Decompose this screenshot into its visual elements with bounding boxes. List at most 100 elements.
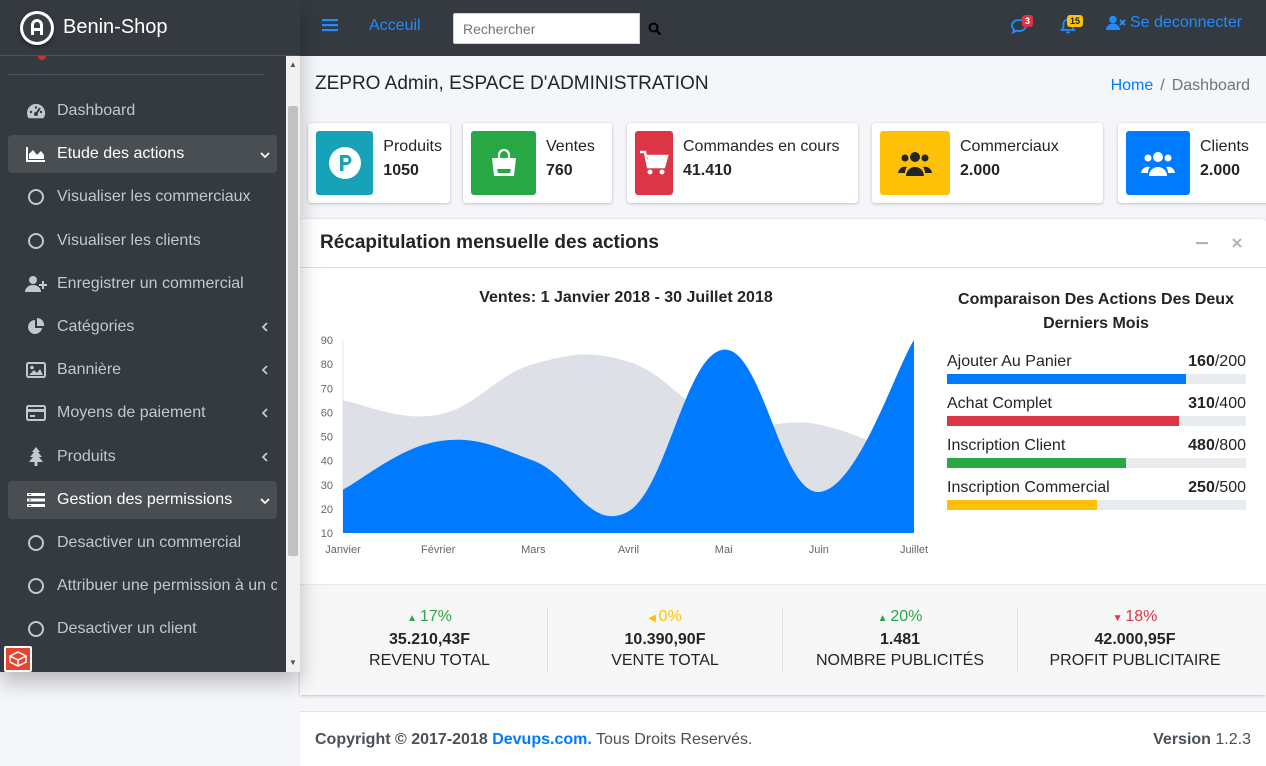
sidebar-item-desactiver-client[interactable]: Desactiver un client xyxy=(8,610,277,648)
caret-up-icon: ▲ xyxy=(877,613,891,624)
stat-label: Profit Publicitaire xyxy=(1049,652,1221,669)
x-tick-label: Février xyxy=(421,544,456,556)
area-chart-icon xyxy=(25,144,47,164)
progress-label: Inscription Client xyxy=(947,437,1066,454)
nav-link-acceuil[interactable]: Acceuil xyxy=(369,17,421,35)
scrollbar-thumb[interactable] xyxy=(288,106,298,556)
scroll-up-arrow-icon[interactable]: ▲ xyxy=(286,58,300,72)
logout-label: Se deconnecter xyxy=(1130,14,1243,31)
scroll-down-arrow-icon[interactable]: ▼ xyxy=(286,656,300,670)
search-button[interactable] xyxy=(640,13,670,44)
sidebar-scrollbar[interactable]: ▲ ▼ xyxy=(286,56,300,672)
circle-icon xyxy=(25,187,47,207)
sidebar-item-visualiser-commerciaux[interactable]: Visualiser les commerciaux xyxy=(8,178,277,216)
user-times-icon xyxy=(1106,15,1126,30)
monthly-recap-card: Récapitulation mensuelle des actions Ven… xyxy=(300,219,1266,695)
sidebar-item-banniere[interactable]: Bannière xyxy=(8,351,277,389)
progress-value: 250/500 xyxy=(1188,479,1246,496)
sidebar-item-categories[interactable]: Catégories xyxy=(8,308,277,346)
progress-label: Inscription Commercial xyxy=(947,479,1110,496)
close-icon[interactable] xyxy=(1232,236,1242,252)
stat-profit-publicitaire: ▼ 18% 42.000,95F Profit Publicitaire xyxy=(1017,607,1252,673)
progress-bar xyxy=(947,374,1187,384)
y-tick-label: 80 xyxy=(321,359,333,371)
brand-name: Benin-Shop xyxy=(63,16,168,38)
sidebar-item-label: Attribuer une permission à un c xyxy=(57,577,277,594)
breadcrumb: Home / Dashboard xyxy=(1111,77,1250,95)
messages-button[interactable]: 3 xyxy=(1011,15,1034,39)
stat-label: Vente Total xyxy=(611,652,719,669)
shopping-bag-icon xyxy=(471,131,536,195)
sidebar-item-produits[interactable]: Produits xyxy=(8,438,277,476)
circle-icon xyxy=(25,576,47,596)
brand-logo-icon xyxy=(20,10,54,45)
version: Version 1.2.3 xyxy=(1153,731,1251,748)
sidebar-item-enregistrer-commercial[interactable]: Enregistrer un commercial xyxy=(8,265,277,303)
card-footer-stats: ▲ 17% 35.210,43F Revenu Total ◀ 0% 10.39… xyxy=(300,584,1266,695)
logout-link[interactable]: Se deconnecter xyxy=(1106,14,1242,32)
stat-value: 35.210,43F xyxy=(389,631,470,648)
progress-value: 480/800 xyxy=(1188,437,1246,454)
progress-group: Achat Complet 310/400 xyxy=(947,394,1246,426)
notifications-count-badge: 15 xyxy=(1067,15,1084,27)
info-box-commandes: Commandes en cours 41.410 xyxy=(627,123,858,203)
sidebar-item-gestion-permissions[interactable]: Gestion des permissions xyxy=(8,481,277,519)
card-tools xyxy=(1196,236,1242,252)
circle-icon xyxy=(25,619,47,639)
sidebar-item-label: Produits xyxy=(57,448,116,465)
info-box-value: 1050 xyxy=(383,162,419,179)
progress-group: Inscription Commercial 250/500 xyxy=(947,478,1246,510)
users-icon xyxy=(880,131,950,195)
info-box-label: Ventes xyxy=(546,138,595,155)
comparison-title: Comparaison Des Actions Des Deux Dernier… xyxy=(958,291,1234,332)
sidebar-item-moyens-de-paiement[interactable]: Moyens de paiement xyxy=(8,394,277,432)
info-box-label: Clients xyxy=(1200,138,1249,155)
stat-nombre-publicites: ▲ 20% 1.481 Nombre Publicités xyxy=(782,607,1017,673)
x-tick-label: Juin xyxy=(809,544,829,556)
sidebar-item-dashboard[interactable]: Dashboard xyxy=(8,92,277,130)
chevron-left-icon xyxy=(253,319,277,335)
stat-revenu-total: ▲ 17% 35.210,43F Revenu Total xyxy=(312,607,547,673)
chevron-left-icon xyxy=(253,449,277,465)
sidebar-item-attribuer-permission[interactable]: Attribuer une permission à un c xyxy=(8,567,277,605)
breadcrumb-home-link[interactable]: Home xyxy=(1111,77,1154,94)
company-link[interactable]: Devups.com. xyxy=(492,731,592,748)
tachometer-icon xyxy=(25,101,47,121)
hamburger-menu-icon[interactable] xyxy=(322,18,338,37)
sidebar-item-visualiser-clients[interactable]: Visualiser les clients xyxy=(8,222,277,260)
stat-value: 1.481 xyxy=(879,631,921,648)
sidebar-item-desactiver-commercial[interactable]: Desactiver un commercial xyxy=(8,524,277,562)
image-icon xyxy=(25,360,47,380)
sidebar-item-label: Enregistrer un commercial xyxy=(57,275,244,292)
x-tick-label: Avril xyxy=(618,544,639,556)
search-input[interactable] xyxy=(453,13,640,44)
sidebar-menu: Dashboard Etude des actions Visualiser l… xyxy=(0,56,286,672)
stat-percentage: ▲ 17% xyxy=(407,608,452,625)
caret-left-icon: ◀ xyxy=(648,613,659,624)
brand[interactable]: Benin-Shop xyxy=(0,0,300,56)
laravel-logo-icon[interactable] xyxy=(4,646,32,672)
circle-icon xyxy=(25,533,47,553)
circle-icon xyxy=(25,231,47,251)
notifications-button[interactable]: 15 xyxy=(1059,15,1084,39)
chevron-down-icon xyxy=(253,146,277,162)
stat-label: Revenu Total xyxy=(369,652,490,669)
info-box-clients: Clients 2.000 xyxy=(1118,123,1266,203)
search-icon xyxy=(648,22,662,35)
copyright: Copyright © 2017-2018 Devups.com. Tous D… xyxy=(315,731,753,748)
y-tick-label: 60 xyxy=(321,407,333,419)
stat-value: 10.390,90F xyxy=(624,631,706,648)
info-box-value: 2.000 xyxy=(1200,162,1241,179)
info-box-value: 41.410 xyxy=(683,162,732,179)
progress-value: 310/400 xyxy=(1188,395,1246,412)
sidebar-item-etude-des-actions[interactable]: Etude des actions xyxy=(8,135,277,173)
progress-bar xyxy=(947,500,1097,510)
sales-area-chart: 10 20 30 40 50 60 70 80 90 Janvier Février Mars Avri… xyxy=(321,335,928,556)
user-panel xyxy=(8,56,264,75)
collapse-minus-icon[interactable] xyxy=(1196,236,1208,252)
y-tick-label: 10 xyxy=(321,528,333,540)
x-tick-label: Mai xyxy=(715,544,733,556)
top-navbar: Acceuil 3 15 Se deconnecter xyxy=(300,0,1266,56)
chevron-left-icon xyxy=(253,362,277,378)
x-tick-label: Janvier xyxy=(325,544,361,556)
